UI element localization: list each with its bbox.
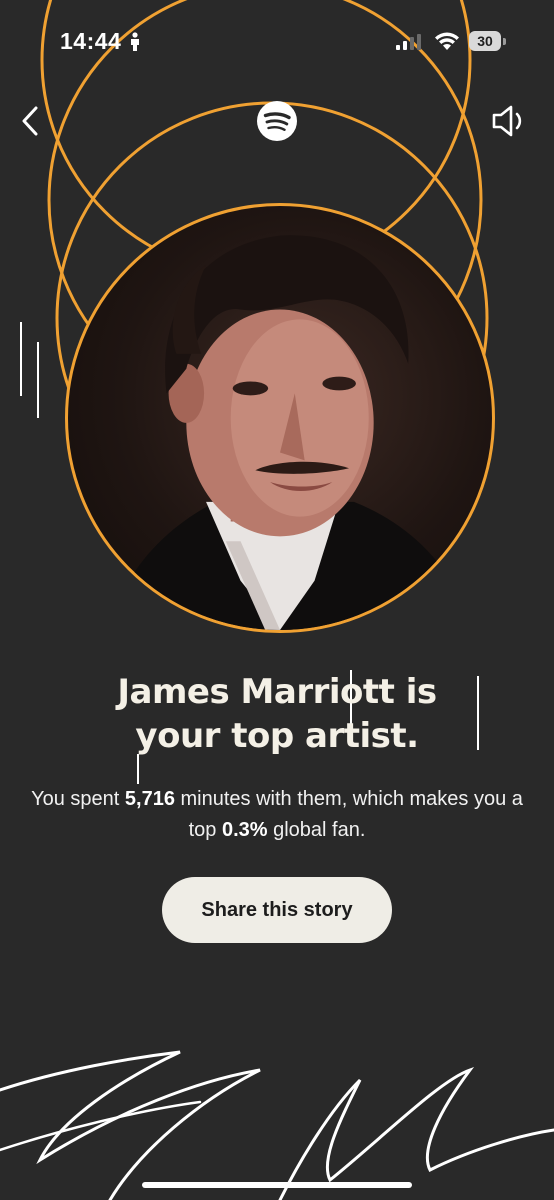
story-headline: James Marriott is your top artist. [0,670,554,758]
battery-nub [503,38,506,45]
person-icon [131,32,139,51]
percent-value: 0.3% [221,819,268,841]
wifi-icon [435,32,459,50]
headline-line-2: your top artist. [135,716,419,756]
battery-level: 30 [469,31,501,51]
status-bar: 14:44 30 [0,18,554,66]
battery-indicator: 30 [469,31,506,51]
decorative-dash [137,754,139,784]
back-button[interactable] [14,102,48,140]
subtext-suffix: global fan. [267,819,366,841]
spotify-logo-icon [257,101,297,141]
sound-button[interactable] [490,102,528,140]
decorative-dash [37,342,39,418]
subtext-prefix: You spent [31,788,125,810]
story-subtext: You spent 5,716 minutes with them, which… [20,784,534,846]
decorative-dash [20,322,22,396]
share-story-button[interactable]: Share this story [162,877,392,943]
decorative-scribble [0,1050,554,1200]
speaker-icon [492,105,522,137]
artist-portrait [107,235,473,630]
headline-line-1: James Marriott is [117,672,437,712]
story-screen: 14:44 30 James Marriott is your top arti… [0,0,554,1200]
artist-photo [65,203,495,633]
status-time: 14:44 [60,28,122,54]
chevron-left-icon [22,106,38,136]
home-indicator[interactable] [142,1182,412,1188]
cellular-signal-icon [396,34,421,50]
minutes-value: 5,716 [124,788,175,810]
